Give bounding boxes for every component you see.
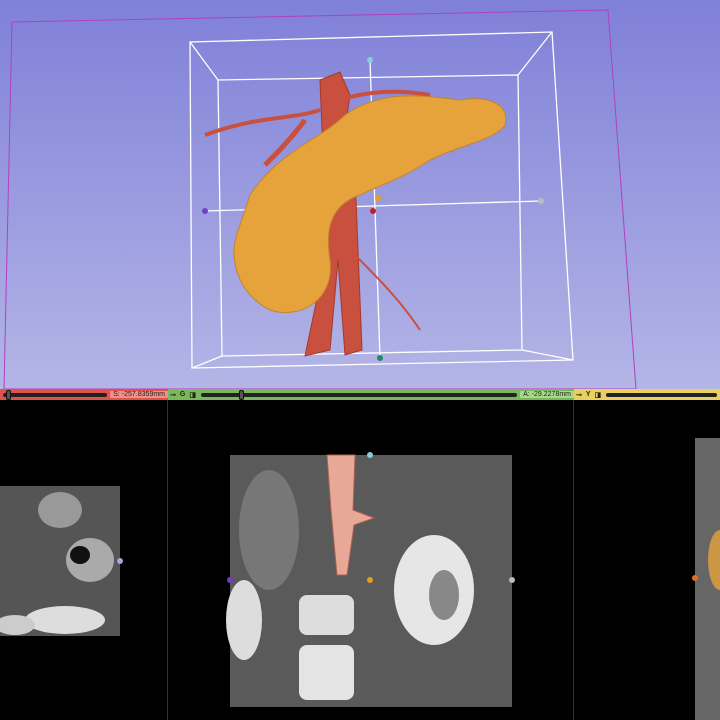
pancreas-model: [233, 95, 507, 314]
yellow-slice-view[interactable]: [575, 400, 720, 720]
green-view-label: G: [179, 391, 186, 398]
green-slice-slider[interactable]: [200, 389, 518, 400]
bounding-box: [189, 31, 574, 369]
green-slice-view[interactable]: [169, 400, 574, 720]
yellow-view-label: Y: [585, 391, 591, 398]
green-slice-controller: ⊸ G ◨ A: -29.2278mm: [168, 389, 574, 400]
red-slice-view[interactable]: [0, 400, 168, 720]
yellow-slice-slider[interactable]: [606, 392, 717, 397]
red-slice-controller: S: -257.8359mm: [0, 389, 168, 400]
pin-icon[interactable]: ⊸: [574, 391, 584, 399]
link-icon[interactable]: ◨: [187, 391, 198, 399]
green-slice-offset: A: -29.2278mm: [520, 391, 574, 398]
pin-icon[interactable]: ⊸: [168, 391, 178, 399]
yellow-slice-controller: ⊸ Y ◨: [574, 389, 720, 400]
link-icon[interactable]: ◨: [593, 391, 604, 399]
red-slice-offset: S: -257.8359mm: [110, 391, 168, 398]
3d-view[interactable]: [0, 0, 720, 389]
red-slice-slider[interactable]: [3, 389, 108, 400]
